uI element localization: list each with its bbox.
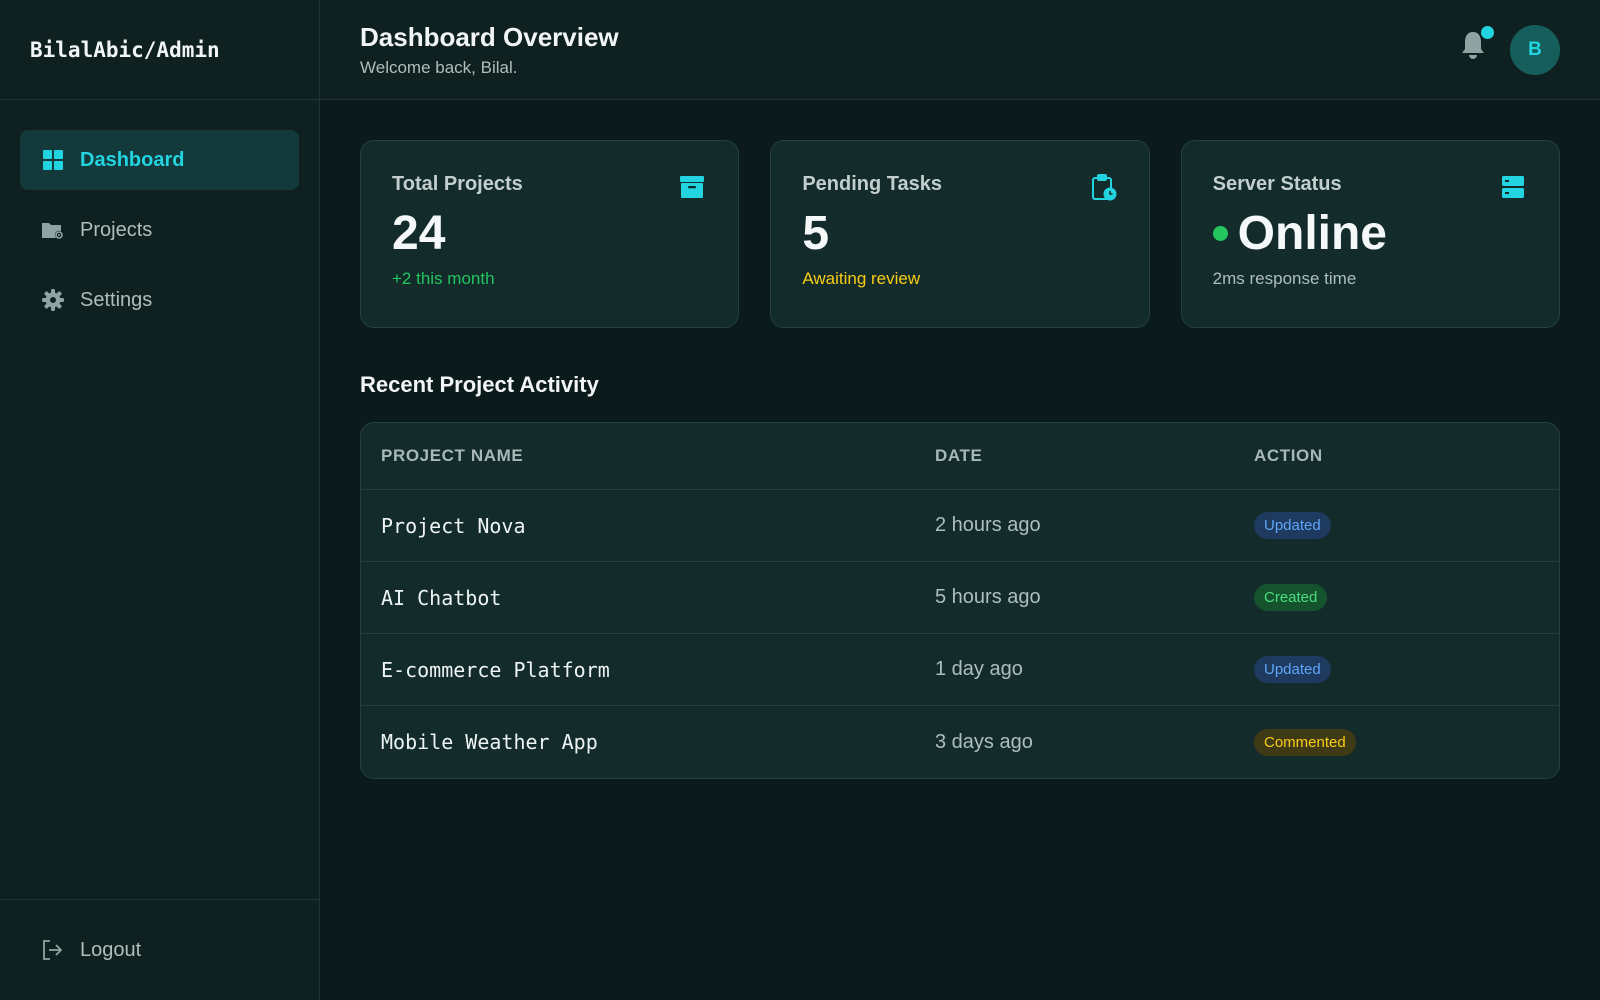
- card-note: +2 this month: [392, 269, 495, 288]
- stats-cards: Total Projects 24 +2 this month Pending …: [360, 140, 1560, 328]
- column-header-date: DATE: [935, 446, 983, 465]
- notification-dot: [1481, 26, 1494, 39]
- project-name: Project Nova: [381, 513, 526, 538]
- page-subtitle: Welcome back, Bilal.: [360, 58, 518, 77]
- project-name: E-commerce Platform: [381, 657, 610, 682]
- logout-icon: [41, 938, 65, 962]
- logout-button[interactable]: Logout: [0, 899, 319, 1000]
- sidebar-item-label: Settings: [80, 288, 153, 311]
- sidebar-item-label: Projects: [80, 218, 153, 241]
- stat-card-server-status: Server Status Online 2ms response time: [1180, 140, 1560, 328]
- action-badge: Updated: [1254, 512, 1331, 539]
- logout-label: Logout: [80, 938, 142, 961]
- column-header-action: ACTION: [1254, 446, 1323, 465]
- main-content: Total Projects 24 +2 this month Pending …: [360, 140, 1560, 779]
- sidebar-item-label: Dashboard: [80, 148, 185, 171]
- sidebar-item-settings[interactable]: Settings: [20, 270, 299, 330]
- server-icon: [1499, 173, 1527, 201]
- activity-date: 2 hours ago: [935, 514, 1041, 536]
- table-row[interactable]: Mobile Weather App 3 days ago Commented: [361, 706, 1559, 778]
- section-title: Recent Project Activity: [360, 372, 599, 397]
- card-label: Server Status: [1212, 173, 1342, 195]
- action-badge: Created: [1254, 584, 1328, 611]
- project-name: AI Chatbot: [381, 585, 502, 610]
- brand-logo[interactable]: BilalAbic/Admin: [0, 0, 319, 100]
- server-status-value: Online: [1212, 206, 1528, 261]
- activity-table: PROJECT NAME DATE ACTION Project Nova 2 …: [360, 422, 1560, 779]
- page-title: Dashboard Overview: [360, 22, 619, 52]
- online-status-dot: [1212, 226, 1228, 241]
- folder-gear-icon: [41, 218, 65, 242]
- table-row[interactable]: E-commerce Platform 1 day ago Updated: [361, 634, 1559, 706]
- grid-icon: [41, 148, 65, 172]
- clipboard-clock-icon: [1089, 173, 1117, 201]
- card-value: 24: [392, 207, 446, 260]
- sidebar-item-dashboard[interactable]: Dashboard: [20, 130, 299, 190]
- table-row[interactable]: AI Chatbot 5 hours ago Created: [361, 562, 1559, 634]
- card-note: Awaiting review: [802, 269, 921, 288]
- column-header-project-name: PROJECT NAME: [381, 446, 524, 465]
- archive-icon: [678, 173, 706, 201]
- action-badge: Updated: [1254, 656, 1331, 683]
- stat-card-total-projects: Total Projects 24 +2 this month: [360, 140, 740, 328]
- table-header: PROJECT NAME DATE ACTION: [361, 423, 1559, 490]
- table-row[interactable]: Project Nova 2 hours ago Updated: [361, 490, 1559, 562]
- action-badge: Commented: [1254, 728, 1356, 756]
- avatar[interactable]: B: [1510, 25, 1560, 75]
- sidebar-item-projects[interactable]: Projects: [20, 200, 299, 260]
- card-note: 2ms response time: [1212, 269, 1357, 288]
- stat-card-pending-tasks: Pending Tasks 5 Awaiting review: [770, 140, 1150, 328]
- gear-icon: [41, 288, 65, 312]
- card-label: Pending Tasks: [802, 173, 942, 195]
- project-name: Mobile Weather App: [381, 730, 598, 754]
- activity-date: 3 days ago: [935, 730, 1033, 753]
- activity-date: 1 day ago: [935, 658, 1023, 680]
- card-value: Online: [1237, 207, 1387, 260]
- card-value: 5: [802, 207, 830, 260]
- sidebar-nav: Dashboard Projects Settings: [0, 100, 319, 370]
- activity-date: 5 hours ago: [935, 586, 1041, 608]
- top-bar: Dashboard Overview Welcome back, Bilal. …: [320, 0, 1600, 100]
- sidebar: BilalAbic/Admin Dashboard Projects Setti…: [0, 0, 320, 1000]
- card-label: Total Projects: [392, 173, 523, 195]
